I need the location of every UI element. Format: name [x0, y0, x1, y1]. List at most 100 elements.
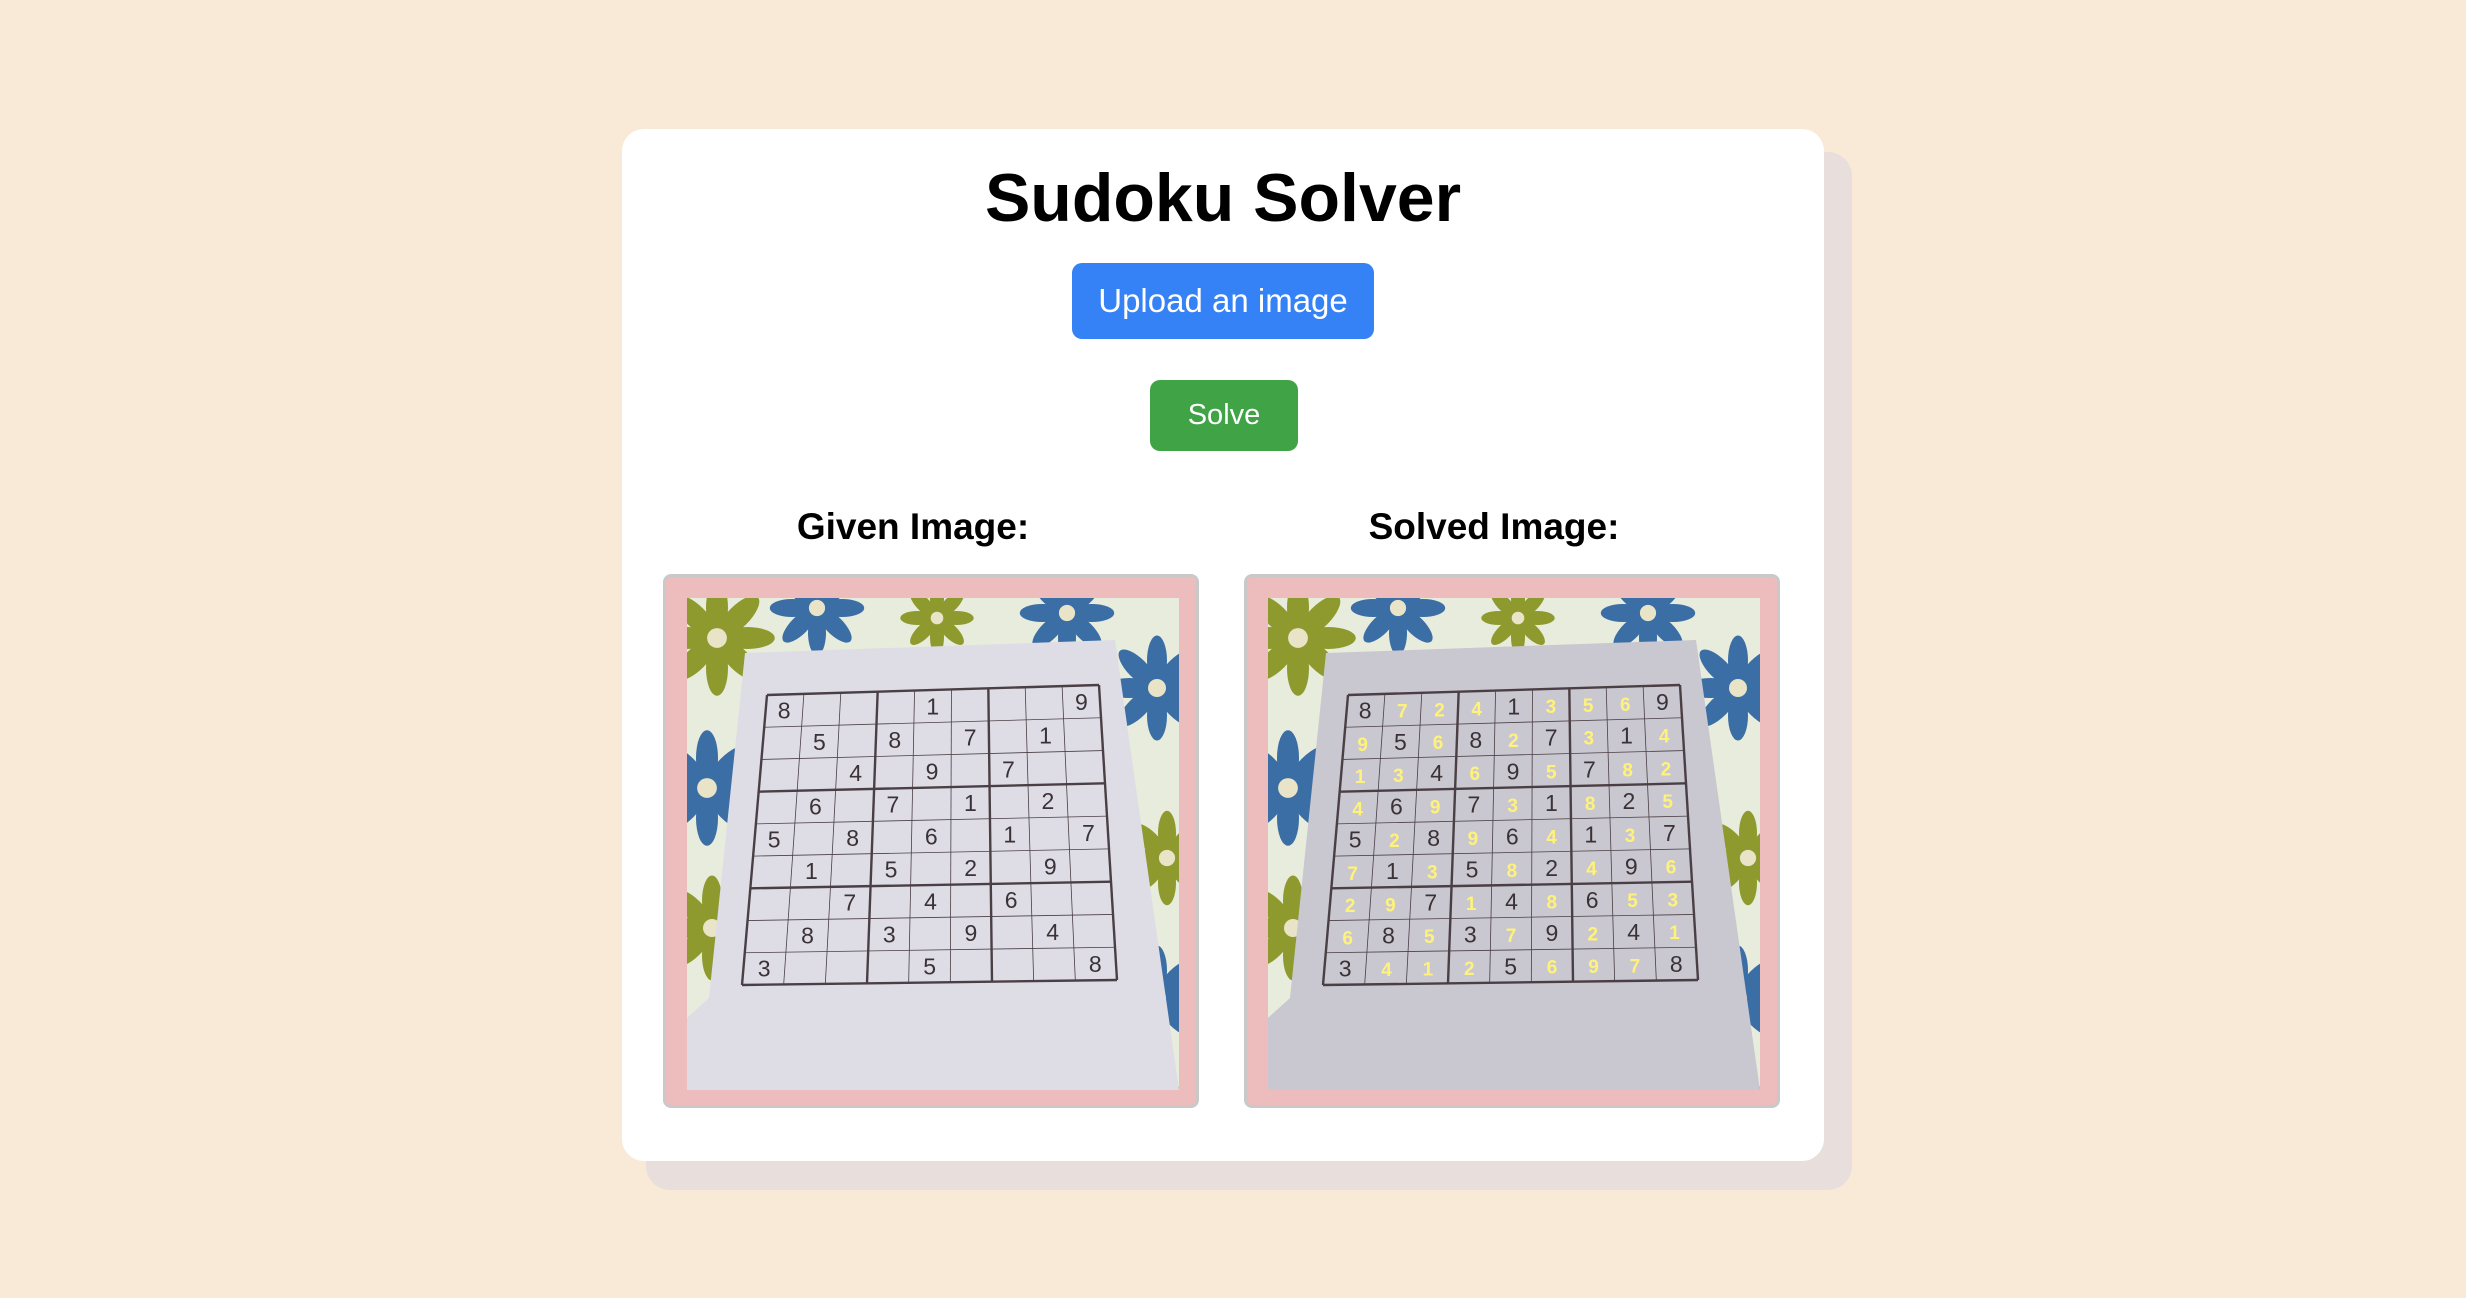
solve-button[interactable]: Solve	[1150, 380, 1298, 451]
solution-digit: 7	[1347, 864, 1358, 885]
given-digit: 7	[1545, 725, 1558, 751]
given-digit: 8	[1427, 825, 1440, 851]
solution-digit: 4	[1546, 827, 1557, 848]
given-digit: 8	[778, 698, 791, 724]
given-digit: 9	[1546, 920, 1559, 946]
given-digit: 1	[926, 693, 939, 719]
given-digit: 6	[1005, 887, 1018, 913]
solution-digit: 4	[1659, 727, 1670, 748]
solution-digit: 5	[1424, 927, 1435, 948]
given-digit: 7	[1583, 756, 1596, 782]
given-digit: 4	[924, 888, 937, 914]
given-digit: 1	[964, 790, 977, 816]
solution-digit: 6	[1547, 958, 1558, 979]
given-digit: 5	[1504, 953, 1517, 979]
solution-digit: 2	[1434, 700, 1445, 721]
solution-digit: 7	[1506, 926, 1517, 947]
given-digit: 2	[964, 855, 977, 881]
given-digit: 7	[964, 725, 977, 751]
given-digit: 6	[925, 823, 938, 849]
given-digit: 5	[1394, 729, 1407, 755]
given-digit: 3	[1339, 956, 1352, 982]
given-digit: 3	[1464, 921, 1477, 947]
solution-digit: 3	[1625, 826, 1636, 847]
solution-digit: 4	[1586, 859, 1597, 880]
given-digit: 5	[768, 827, 781, 853]
given-digit: 5	[885, 857, 898, 883]
solution-digit: 3	[1507, 796, 1518, 817]
given-digit: 1	[1584, 822, 1597, 848]
given-digit: 1	[1039, 723, 1052, 749]
solution-digit: 8	[1585, 794, 1596, 815]
solution-digit: 2	[1508, 731, 1519, 752]
given-digit: 7	[1002, 756, 1015, 782]
solution-digit: 5	[1662, 792, 1673, 813]
solver-card: Sudoku Solver Upload an image Solve Give…	[622, 129, 1824, 1161]
solved-image-frame: 8724135699568273141346957824697318255289…	[1244, 574, 1780, 1108]
solution-digit: 3	[1393, 766, 1404, 787]
solved-sudoku-photo: 8724135699568273141346957824697318255289…	[1268, 598, 1760, 1090]
solution-digit: 1	[1466, 894, 1477, 915]
solution-digit: 7	[1397, 701, 1408, 722]
given-sudoku-photo: 819587149767125861715297468394358	[687, 598, 1179, 1090]
solution-digit: 2	[1464, 959, 1475, 980]
solution-digit: 5	[1583, 696, 1594, 717]
given-digit: 9	[926, 758, 939, 784]
solved-image-heading: Solved Image:	[1368, 506, 1620, 547]
solution-digit: 5	[1627, 891, 1638, 912]
given-digit: 5	[923, 953, 936, 979]
given-digit: 8	[801, 923, 814, 949]
given-digit: 4	[1627, 919, 1640, 945]
given-digit: 1	[1507, 693, 1520, 719]
solution-digit: 6	[1470, 764, 1481, 785]
solution-digit: 9	[1385, 895, 1396, 916]
given-digit: 7	[1663, 820, 1676, 846]
given-digit: 9	[1507, 758, 1520, 784]
given-digit: 4	[1430, 760, 1443, 786]
upload-image-button[interactable]: Upload an image	[1072, 263, 1374, 339]
solution-digit: 8	[1622, 760, 1633, 781]
given-digit: 8	[1670, 951, 1683, 977]
solution-digit: 3	[1583, 729, 1594, 750]
page-title: Sudoku Solver	[984, 160, 1462, 236]
given-digit: 4	[1046, 919, 1059, 945]
solution-digit: 6	[1342, 928, 1353, 949]
solution-digit: 7	[1630, 956, 1641, 977]
given-digit: 8	[888, 727, 901, 753]
given-digit: 9	[1075, 689, 1088, 715]
given-digit: 1	[1545, 790, 1558, 816]
given-digit: 5	[1466, 857, 1479, 883]
given-digit: 7	[1467, 792, 1480, 818]
solution-digit: 3	[1427, 862, 1438, 883]
given-digit: 6	[1586, 887, 1599, 913]
given-digit: 7	[886, 792, 899, 818]
given-digit: 4	[849, 760, 862, 786]
given-digit: 8	[1359, 698, 1372, 724]
solution-digit: 6	[1620, 695, 1631, 716]
given-digit: 1	[1386, 858, 1399, 884]
given-digit: 3	[883, 921, 896, 947]
given-digit: 8	[1382, 923, 1395, 949]
solution-digit: 1	[1669, 923, 1680, 944]
given-digit: 7	[1424, 890, 1437, 916]
solution-digit: 4	[1471, 699, 1482, 720]
solution-digit: 2	[1588, 924, 1599, 945]
given-digit: 8	[1089, 951, 1102, 977]
given-digit: 2	[1622, 788, 1635, 814]
given-image-frame: 819587149767125861715297468394358	[663, 574, 1199, 1108]
given-digit: 5	[1349, 827, 1362, 853]
given-digit: 1	[1003, 822, 1016, 848]
given-digit: 7	[1082, 820, 1095, 846]
solution-digit: 1	[1355, 767, 1366, 788]
given-digit: 8	[1469, 727, 1482, 753]
solution-digit: 9	[1588, 957, 1599, 978]
solution-digit: 6	[1433, 733, 1444, 754]
given-digit: 9	[1656, 689, 1669, 715]
given-digit: 9	[1625, 853, 1638, 879]
given-digit: 3	[758, 956, 771, 982]
solution-digit: 2	[1345, 896, 1356, 917]
solution-digit: 8	[1547, 893, 1558, 914]
given-image-heading: Given Image:	[796, 506, 1030, 547]
given-digit: 1	[805, 858, 818, 884]
given-digit: 9	[1044, 853, 1057, 879]
